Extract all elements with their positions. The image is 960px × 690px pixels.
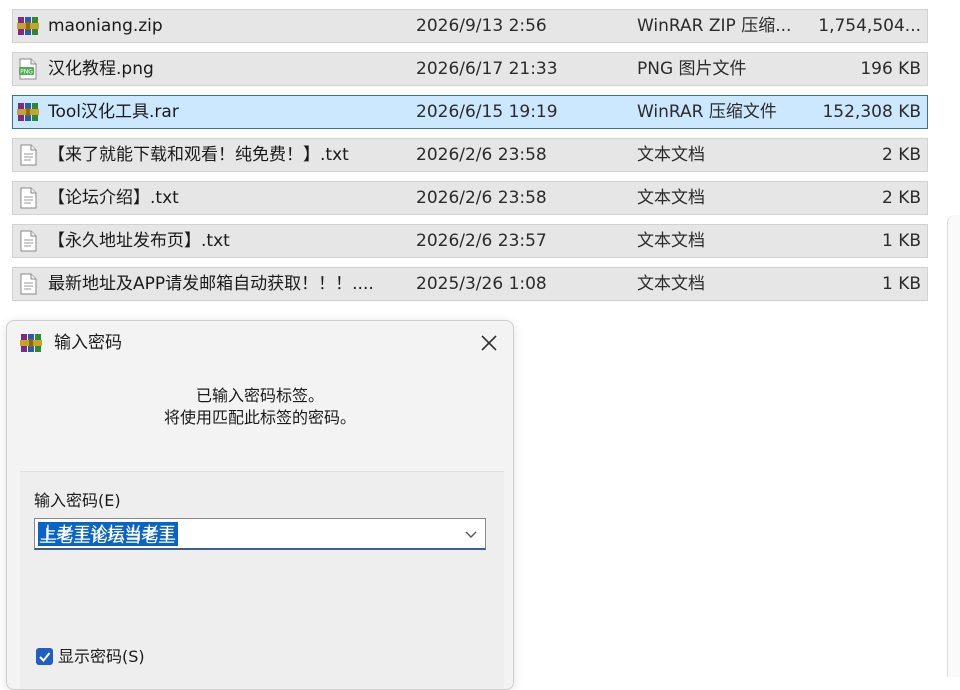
password-dialog: 输入密码 已输入密码标签。 将使用匹配此标签的密码。 输入密码(E) 上老王论坛… — [6, 320, 514, 690]
file-type: WinRAR 压缩文件 — [637, 102, 777, 122]
text-document-icon — [17, 273, 39, 295]
file-size: 1 KB — [881, 231, 921, 251]
file-name: 【来了就能下载和观看！纯免费！】.txt — [48, 145, 349, 165]
winrar-app-icon — [20, 332, 42, 354]
file-row[interactable]: 最新地址及APP请发邮箱自动获取！！！.... 2025/3/26 1:08 文本文… — [12, 267, 928, 301]
file-size: 1 KB — [881, 274, 921, 294]
file-type: 文本文档 — [637, 188, 705, 208]
chevron-down-icon[interactable] — [463, 526, 479, 542]
png-image-icon: PNG — [17, 58, 39, 80]
file-size: 1,754,504... — [818, 16, 921, 36]
file-date: 2026/2/6 23:58 — [416, 188, 547, 208]
file-name: 【永久地址发布页】.txt — [48, 231, 230, 251]
show-password-label: 显示密码(S) — [58, 647, 145, 666]
svg-text:PNG: PNG — [20, 69, 33, 76]
checkbox-checked-icon[interactable] — [36, 648, 53, 665]
file-list: maoniang.zip 2026/9/13 2:56 WinRAR ZIP 压缩.… — [12, 9, 928, 310]
dialog-message-line-2: 将使用匹配此标签的密码。 — [163, 408, 356, 427]
file-size: 152,308 KB — [822, 102, 921, 122]
file-row[interactable]: 【论坛介绍】.txt 2026/2/6 23:58 文本文档 2 KB — [12, 181, 928, 215]
file-date: 2026/2/6 23:57 — [416, 231, 547, 251]
file-date: 2026/6/17 21:33 — [416, 59, 558, 79]
file-date: 2026/2/6 23:58 — [416, 145, 547, 165]
file-date: 2026/9/13 2:56 — [416, 16, 547, 36]
background-window-edge — [947, 215, 960, 677]
file-size: 2 KB — [881, 188, 921, 208]
text-document-icon — [17, 144, 39, 166]
file-type: 文本文档 — [637, 145, 705, 165]
password-panel: 输入密码(E) 上老王论坛当老王 显示密码(S) — [20, 471, 504, 689]
dialog-title: 输入密码 — [54, 333, 122, 353]
file-name: 最新地址及APP请发邮箱自动获取！！！.... — [48, 274, 374, 294]
winrar-archive-icon — [17, 101, 39, 123]
password-label: 输入密码(E) — [34, 491, 121, 510]
text-document-icon — [17, 187, 39, 209]
password-combobox[interactable]: 上老王论坛当老王 — [34, 518, 486, 550]
close-icon — [481, 335, 497, 351]
dialog-message: 已输入密码标签。 将使用匹配此标签的密码。 — [7, 385, 513, 429]
file-row[interactable]: Tool汉化工具.rar 2026/6/15 19:19 WinRAR 压缩文件 15… — [12, 95, 928, 129]
file-date: 2026/6/15 19:19 — [416, 102, 558, 122]
file-date: 2025/3/26 1:08 — [416, 274, 547, 294]
file-row[interactable]: 【永久地址发布页】.txt 2026/2/6 23:57 文本文档 1 KB — [12, 224, 928, 258]
file-type: WinRAR ZIP 压缩... — [637, 16, 792, 36]
file-row[interactable]: 【来了就能下载和观看！纯免费！】.txt 2026/2/6 23:58 文本文档 2 … — [12, 138, 928, 172]
file-name: Tool汉化工具.rar — [48, 102, 179, 122]
password-input[interactable] — [37, 521, 451, 547]
file-name: 汉化教程.png — [48, 59, 154, 79]
file-row[interactable]: maoniang.zip 2026/9/13 2:56 WinRAR ZIP 压缩.… — [12, 9, 928, 43]
file-size: 196 KB — [860, 59, 921, 79]
file-name: maoniang.zip — [48, 16, 163, 36]
file-type: PNG 图片文件 — [637, 59, 747, 79]
text-document-icon — [17, 230, 39, 252]
file-type: 文本文档 — [637, 274, 705, 294]
file-type: 文本文档 — [637, 231, 705, 251]
dialog-titlebar[interactable]: 输入密码 — [7, 321, 513, 365]
winrar-archive-icon — [17, 15, 39, 37]
dialog-message-line-1: 已输入密码标签。 — [195, 386, 324, 405]
file-name: 【论坛介绍】.txt — [48, 188, 179, 208]
close-button[interactable] — [475, 329, 503, 357]
file-row[interactable]: PNG 汉化教程.png 2026/6/17 21:33 PNG 图片文件 196 K… — [12, 52, 928, 86]
file-size: 2 KB — [881, 145, 921, 165]
